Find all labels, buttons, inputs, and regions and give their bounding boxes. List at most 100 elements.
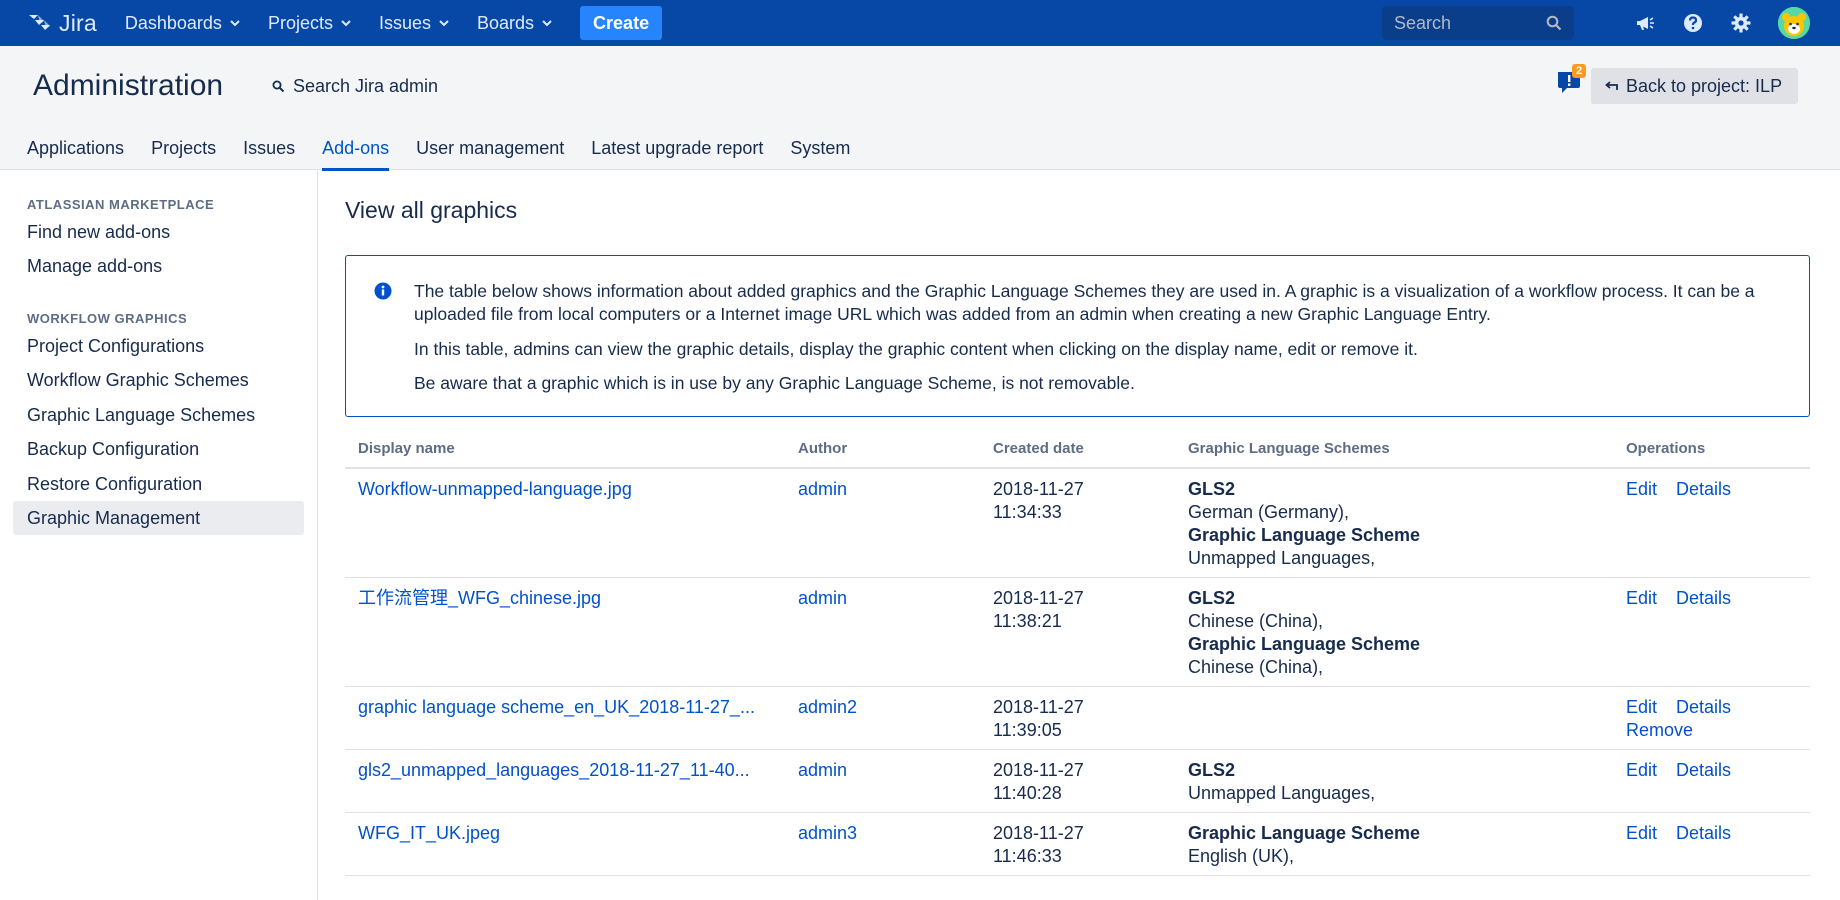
created-date: 2018-11-27 (993, 588, 1084, 608)
sidebar-item-restore-configuration[interactable]: Restore Configuration (13, 467, 304, 501)
scheme-name: GLS2 (1188, 588, 1236, 608)
details-link[interactable]: Details (1676, 823, 1731, 843)
details-link[interactable]: Details (1676, 479, 1731, 499)
nav-issues-menu[interactable]: Issues (379, 13, 449, 34)
nav-dashboards-menu[interactable]: Dashboards (125, 13, 240, 34)
created-time: 11:34:33 (993, 502, 1062, 522)
column-header-created-date[interactable]: Created date (980, 430, 1175, 469)
details-link[interactable]: Details (1676, 697, 1731, 717)
graphic-display-name-link[interactable]: 工作流管理_WFG_chinese.jpg (358, 588, 601, 608)
scheme-language: Chinese (China), (1188, 611, 1324, 631)
scheme-name: Graphic Language Scheme (1188, 525, 1421, 545)
tab-add-ons[interactable]: Add-ons (322, 138, 390, 171)
megaphone-icon[interactable] (1634, 12, 1656, 34)
column-header-graphic-language-schemes: Graphic Language Schemes (1175, 430, 1613, 469)
edit-link[interactable]: Edit (1626, 760, 1657, 780)
table-row: WFG_IT_UK.jpeg admin3 2018-11-27 11:46:33… (345, 812, 1810, 876)
table-row: graphic language scheme_en_UK_2018-11-27… (345, 686, 1810, 750)
details-link[interactable]: Details (1676, 588, 1731, 608)
sidebar-item-graphic-language-schemes[interactable]: Graphic Language Schemes (13, 398, 304, 432)
author-link[interactable]: admin (798, 479, 847, 499)
nav-projects-menu[interactable]: Projects (268, 13, 351, 34)
created-time: 11:40:28 (993, 783, 1062, 803)
help-icon[interactable] (1682, 12, 1704, 34)
sidebar-item-project-configurations[interactable]: Project Configurations (13, 329, 304, 363)
scheme-language: Unmapped Languages, (1188, 783, 1376, 803)
table-header-row: Display name Author Created date Graphic… (345, 430, 1810, 469)
column-header-operations: Operations (1613, 430, 1810, 469)
scheme-language: German (Germany), (1188, 502, 1350, 522)
column-header-author[interactable]: Author (785, 430, 980, 469)
tab-issues[interactable]: Issues (243, 138, 295, 170)
scheme-name: Graphic Language Scheme (1188, 634, 1421, 654)
graphic-display-name-link[interactable]: graphic language scheme_en_UK_2018-11-27… (358, 697, 755, 717)
search-jira-admin-label: Search Jira admin (293, 76, 439, 96)
created-date: 2018-11-27 (993, 697, 1084, 717)
sidebar-item-graphic-management[interactable]: Graphic Management (13, 501, 304, 535)
table-row: gls2_unmapped_languages_2018-11-27_11-40… (345, 749, 1810, 813)
search-input[interactable]: Search (1382, 6, 1574, 40)
back-to-project-label: Back to project: ILP (1626, 75, 1783, 96)
graphic-display-name-link[interactable]: WFG_IT_UK.jpeg (358, 823, 500, 843)
nav-issues-label: Issues (378, 12, 431, 33)
notification-badge: 2 (1572, 64, 1586, 78)
jira-logo[interactable]: Jira (26, 10, 97, 37)
created-time: 11:46:33 (993, 846, 1062, 866)
user-avatar-icon (1778, 7, 1810, 39)
sidebar-item-find-new-add-ons[interactable]: Find new add-ons (13, 215, 304, 249)
created-date: 2018-11-27 (993, 479, 1084, 499)
tab-latest-upgrade-report[interactable]: Latest upgrade report (591, 138, 763, 170)
sidebar-item-manage-add-ons[interactable]: Manage add-ons (13, 249, 304, 283)
edit-link[interactable]: Edit (1626, 479, 1657, 499)
tab-system[interactable]: System (790, 138, 850, 170)
tab-projects[interactable]: Projects (151, 138, 216, 170)
avatar[interactable] (1778, 7, 1810, 39)
info-paragraph-2: In this table, admins can view the graph… (414, 339, 1418, 359)
scheme-cell-empty (1175, 686, 1613, 750)
created-time: 11:39:05 (993, 720, 1062, 740)
edit-link[interactable]: Edit (1626, 697, 1657, 717)
info-message: The table below shows information about … (345, 255, 1810, 417)
graphic-display-name-link[interactable]: gls2_unmapped_languages_2018-11-27_11-40… (358, 760, 750, 780)
author-link[interactable]: admin (798, 760, 847, 780)
nav-boards-menu[interactable]: Boards (477, 13, 552, 34)
sidebar-heading-atlassian-marketplace: ATLASSIAN MARKETPLACE (27, 197, 215, 212)
chevron-down-icon (542, 20, 552, 27)
created-date: 2018-11-27 (993, 823, 1084, 843)
info-icon (374, 282, 392, 300)
edit-link[interactable]: Edit (1626, 588, 1657, 608)
remove-link[interactable]: Remove (1626, 720, 1693, 740)
scheme-name: GLS2 (1188, 479, 1236, 499)
chevron-down-icon (341, 20, 351, 27)
search-icon (272, 80, 285, 93)
author-link[interactable]: admin2 (798, 697, 857, 717)
info-paragraph-3: Be aware that a graphic which is in use … (414, 373, 1135, 393)
sidebar-item-backup-configuration[interactable]: Backup Configuration (13, 432, 304, 466)
gear-icon[interactable] (1730, 12, 1752, 34)
tab-applications[interactable]: Applications (27, 138, 124, 170)
nav-projects-label: Projects (267, 12, 333, 33)
sidebar-heading-workflow-graphics: WORKFLOW GRAPHICS (27, 311, 188, 326)
author-link[interactable]: admin (798, 588, 847, 608)
create-button[interactable]: Create (580, 6, 663, 40)
search-jira-admin-button[interactable]: Search Jira admin (272, 76, 438, 97)
back-to-project-button[interactable]: Back to project: ILP (1591, 68, 1799, 104)
edit-link[interactable]: Edit (1626, 823, 1657, 843)
tab-user-management[interactable]: User management (416, 138, 564, 170)
nav-boards-label: Boards (477, 12, 535, 33)
author-link[interactable]: admin3 (798, 823, 857, 843)
admin-tabs: Applications Projects Issues Add-ons Use… (27, 138, 877, 171)
table-row: 工作流管理_WFG_chinese.jpg admin 2018-11-27 11… (345, 577, 1810, 687)
chevron-down-icon (230, 20, 240, 27)
chevron-down-icon (439, 20, 449, 27)
scheme-language: English (UK), (1188, 846, 1295, 866)
graphic-display-name-link[interactable]: Workflow-unmapped-language.jpg (358, 479, 632, 499)
sidebar-item-workflow-graphic-schemes[interactable]: Workflow Graphic Schemes (13, 363, 304, 397)
column-header-display-name[interactable]: Display name (345, 430, 785, 469)
jira-logo-icon (29, 15, 50, 30)
scheme-name: GLS2 (1188, 760, 1236, 780)
scheme-name: Graphic Language Scheme (1188, 823, 1421, 843)
details-link[interactable]: Details (1676, 760, 1731, 780)
search-placeholder: Search (1394, 12, 1452, 33)
logo-text: Jira (59, 9, 97, 36)
